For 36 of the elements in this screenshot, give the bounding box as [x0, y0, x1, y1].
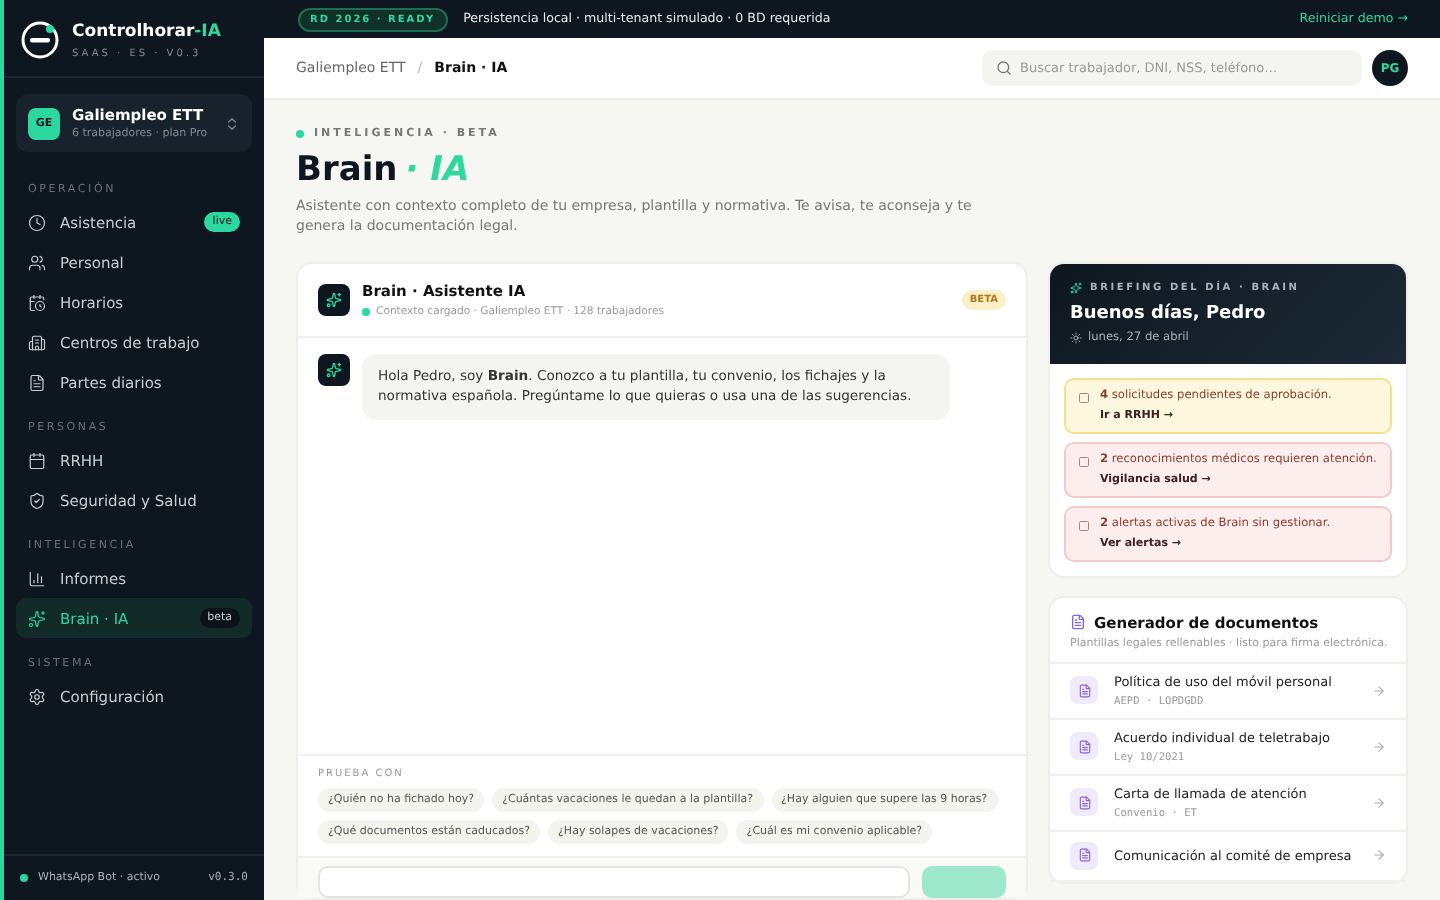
clock-icon: [28, 213, 46, 231]
document-icon: [1070, 788, 1098, 817]
status-dot: [362, 307, 370, 316]
logo-icon: [20, 20, 60, 60]
document-icon: [1070, 614, 1086, 631]
chevron-up-down-icon: [224, 115, 240, 131]
arrow-icon: [1372, 683, 1386, 698]
shield-icon: [28, 491, 46, 509]
document-icon: [1070, 676, 1098, 705]
users-icon: [28, 253, 46, 271]
message-input[interactable]: [318, 866, 910, 898]
checkbox-icon: [1078, 391, 1090, 404]
document-icon: [28, 373, 46, 391]
page-title: Brain · IA: [296, 150, 472, 190]
settings-icon: [28, 687, 46, 705]
brand-name: Controlhorar-IA: [72, 21, 221, 41]
bar-chart-icon: [28, 569, 46, 587]
checkbox-icon: [1078, 455, 1090, 468]
send-button[interactable]: [922, 866, 1006, 898]
building-icon: [28, 333, 46, 351]
document-icon: [1070, 841, 1098, 870]
document-icon: [1070, 732, 1098, 761]
arrow-icon: [1372, 739, 1386, 754]
status-dot: [20, 874, 28, 882]
sun-icon: [1070, 331, 1082, 344]
sparkle-icon: [1070, 281, 1082, 294]
bot-avatar: [318, 353, 350, 386]
status-dot: [296, 130, 304, 138]
calendar-icon: [28, 451, 46, 469]
greeting: Buenos días, Pedro: [1070, 303, 1268, 324]
checkbox-icon: [1078, 519, 1090, 532]
arrow-icon: [1372, 795, 1386, 810]
bot-avatar: [318, 283, 350, 316]
sparkle-icon: [28, 609, 46, 627]
arrow-icon: [1372, 848, 1386, 863]
calendar-clock-icon: [28, 293, 46, 311]
